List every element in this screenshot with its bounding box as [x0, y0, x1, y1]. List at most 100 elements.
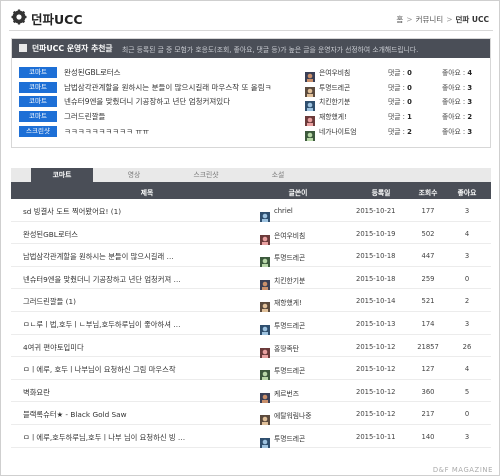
like-count: 2 [464, 297, 470, 306]
author-name[interactable]: 재항했게! [274, 297, 302, 307]
breadcrumb-home[interactable]: 홈 [396, 15, 403, 24]
table-row[interactable]: ㅁㅣ에루,호두하루님,호두ㅣ나부 님이 요청하신 빙 … 투명드레곤 2015-10… [11, 425, 491, 448]
list-item[interactable]: 스크린샷 ㅋㅋㅋㅋㅋㅋㅋㅋㅋㅋ ㅠㅠ 네가나이트엄 댓글 : 2 좋아요 : 3 [12, 125, 490, 141]
list-item[interactable]: 코마트 완성된GBL로터스 은여우비침 댓글 : 0 좋아요 : 4 [12, 66, 490, 82]
like-count: 0 [464, 274, 470, 283]
post-title-link[interactable]: 완성된GBL로터스 [23, 230, 255, 240]
square-icon [19, 44, 27, 52]
tab-3[interactable]: 스크린샷 [175, 168, 237, 182]
table-row[interactable]: 블랙록슈터★ - Black Gold Saw 에탈워림나중 2015-10-12 2… [11, 402, 491, 426]
list-item[interactable]: 코마트 그러드린깔들 재항했게! 댓글 : 1 좋아요 : 2 [12, 110, 490, 127]
like-label: 좋아요 : [442, 83, 468, 92]
comment-value: 0 [407, 69, 412, 77]
author-name[interactable]: 재항했게! [319, 111, 347, 121]
magazine-watermark: D&F MAGAZINE [432, 466, 493, 474]
post-title-link[interactable]: ㅁㅣ에루, 호두ㅣ나부님이 요청하신 그림 마우스작 [23, 365, 255, 375]
tab-4[interactable]: 소설 [247, 168, 309, 182]
post-title-link[interactable]: sd 빙결사 도트 찍어봤어요! (1) [23, 207, 255, 217]
avatar [305, 126, 315, 141]
tab-2[interactable]: 영상 [103, 168, 165, 182]
post-title-link[interactable]: 완성된GBL로터스 [64, 67, 296, 78]
post-title-link[interactable]: 남법삼각관계할을 원하시는 분들이 많으시길래 마우스작 또 올림ㅋ [64, 82, 296, 93]
post-title-link[interactable]: 블랙록슈터★ - Black Gold Saw [23, 410, 255, 420]
post-title-link[interactable]: ㅁㄴ루ㅣ법,호두ㅣㄴ부님,호두하루님이 좋아하셔 … [23, 320, 255, 330]
post-title-link[interactable]: ㅋㅋㅋㅋㅋㅋㅋㅋㅋㅋ ㅠㅠ [64, 126, 296, 137]
post-title-link[interactable]: 4여귀 편야토입미다 [23, 343, 255, 353]
tab-1[interactable]: 코마트 [31, 168, 93, 182]
like-value: 2 [467, 113, 473, 122]
avatar [260, 410, 270, 426]
author-name[interactable]: 케르번즈 [274, 388, 299, 398]
author-name[interactable]: chriel [274, 207, 293, 215]
post-title-link[interactable]: 넨슈터9엔을 맞췄더니 기공장하고 년단 엄청커져있다 [64, 96, 296, 107]
view-count: 259 [421, 274, 435, 283]
author-name[interactable]: 투명드레곤 [274, 320, 305, 330]
author-name[interactable]: 치킨한기분 [274, 275, 305, 285]
avatar [260, 433, 270, 448]
post-title-link[interactable]: ㅁㅣ에루,호두하루님,호두ㅣ나부 님이 요청하신 빙 … [23, 433, 255, 443]
author-name[interactable]: 투명드레곤 [319, 82, 350, 92]
category-badge[interactable]: 코마트 [19, 96, 57, 108]
post-title-link[interactable]: 넨슈터9엔을 맞췄더니 기공장하고 년단 엄청커져 … [23, 275, 255, 285]
like-count: 좋아요 : 4 [442, 67, 472, 77]
post-date: 2015-10-12 [356, 387, 396, 396]
category-badge[interactable]: 코마트 [19, 111, 57, 123]
avatar [305, 67, 315, 82]
post-title-link[interactable]: 그러드린깔들 (1) [23, 297, 255, 307]
avatar [260, 252, 270, 268]
page-frame: 던파UCC 홈 > 커뮤니티 > 던파 UCC 던파UCC 운영자 추천글 최근 등록된… [0, 0, 500, 476]
view-count: 177 [421, 207, 435, 215]
recommend-header: 던파UCC 운영자 추천글 최근 등록된 글 중 모험가 호응도(조회, 좋아요… [12, 39, 490, 58]
like-value: 3 [467, 127, 473, 136]
table-row[interactable]: ㅁㄴ루ㅣ법,호두ㅣㄴ부님,호두하루님이 좋아하셔 … 투명드레곤 2015-10-1… [11, 312, 491, 335]
avatar [260, 207, 270, 222]
like-label: 좋아요 : [442, 113, 468, 122]
category-badge[interactable]: 코마트 [19, 67, 57, 78]
breadcrumb-separator: > [406, 15, 413, 24]
column-header-author: 글쓴이 [288, 189, 308, 197]
table-row[interactable]: sd 빙결사 도트 찍어봤어요! (1) chriel 2015-10-21 177 3 [11, 199, 491, 222]
column-header-date[interactable]: 등록일 [372, 187, 391, 197]
avatar [260, 230, 270, 245]
comment-count: 댓글 : 0 [388, 82, 412, 92]
post-title-link[interactable]: 남법삼각관계할을 원하시는 분들이 많으시길래 … [23, 252, 255, 262]
author-name[interactable]: 은여우비침 [319, 67, 350, 77]
like-count: 좋아요 : 3 [442, 96, 472, 106]
avatar [260, 343, 270, 358]
table-row[interactable]: ㅁㅣ에루, 호두ㅣ나부님이 요청하신 그림 마우스작 투명드레곤 2015-10-1… [11, 357, 491, 381]
comment-label: 댓글 : [388, 98, 408, 107]
author-name[interactable]: 에탈워림나중 [274, 410, 312, 420]
author-name[interactable]: 투명드레곤 [274, 433, 305, 443]
category-badge[interactable]: 스크린샷 [19, 125, 57, 137]
avatar [305, 82, 315, 97]
table-row[interactable]: 그러드린깔들 (1) 재항했게! 2015-10-14 521 2 [11, 289, 491, 313]
comment-value: 2 [407, 127, 412, 136]
post-title-link[interactable]: 벽화요란 [23, 388, 255, 398]
recommend-description: 최근 등록된 글 중 모험가 호응도(조회, 좋아요, 댓글 등)가 높은 글을… [122, 46, 419, 54]
author-name[interactable]: 투명드레곤 [274, 365, 305, 375]
column-header-likes[interactable]: 좋아요 [458, 187, 477, 197]
list-item[interactable]: 코마트 남법삼각관계할을 원하시는 분들이 많으시길래 마우스작 또 올림ㅋ 투명드… [12, 81, 490, 97]
table-row[interactable]: 남법삼각관계할을 원하시는 분들이 많으시길래 … 투명드레곤 2015-10-18… [11, 244, 491, 268]
post-date: 2015-10-13 [356, 320, 396, 328]
post-title-link[interactable]: 그러드린깔들 [64, 111, 296, 122]
column-header-views[interactable]: 조회수 [419, 187, 438, 197]
post-date: 2015-10-12 [356, 410, 396, 419]
author-name[interactable]: 은여우비침 [274, 230, 305, 240]
list-item[interactable]: 코마트 넨슈터9엔을 맞췄더니 기공장하고 년단 엄청커져있다 치킨한기분 댓글 : … [12, 95, 490, 112]
comment-value: 0 [407, 98, 412, 107]
author-name[interactable]: 치킨한기분 [319, 96, 350, 106]
like-label: 좋아요 : [442, 127, 468, 136]
breadcrumb-community[interactable]: 커뮤니티 [416, 15, 444, 24]
table-row[interactable]: 넨슈터9엔을 맞췄더니 기공장하고 년단 엄청커져 … 치킨한기분 2015-10-… [11, 267, 491, 290]
table-row[interactable]: 4여귀 편야토입미다 홍땅족탄 2015-10-12 21857 26 [11, 335, 491, 358]
author-name[interactable]: 홍땅족탄 [274, 343, 299, 353]
author-name[interactable]: 네가나이트엄 [319, 126, 357, 136]
view-count: 21857 [417, 342, 439, 351]
table-row[interactable]: 완성된GBL로터스 은여우비침 2015-10-19 502 4 [11, 222, 491, 245]
category-badge[interactable]: 코마트 [19, 81, 57, 93]
author-name[interactable]: 투명드레곤 [274, 252, 305, 262]
breadcrumb: 홈 > 커뮤니티 > 던파 UCC [396, 14, 489, 25]
view-count: 140 [421, 433, 435, 441]
table-row[interactable]: 벽화요란 케르번즈 2015-10-12 360 5 [11, 380, 491, 403]
